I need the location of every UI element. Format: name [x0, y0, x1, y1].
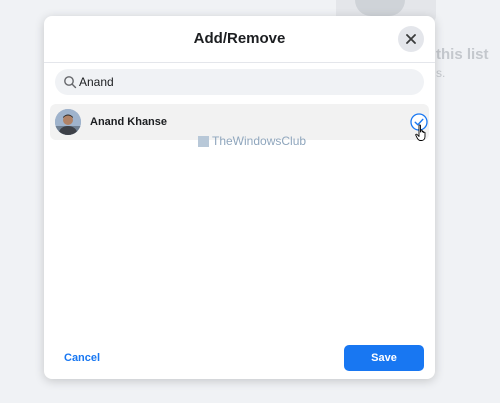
watermark-text: TheWindowsClub [212, 134, 307, 148]
background-text: this list [436, 46, 489, 63]
cancel-button[interactable]: Cancel [64, 352, 100, 364]
dialog-header: Add/Remove [44, 16, 435, 63]
watermark: TheWindowsClub [198, 134, 306, 148]
close-button[interactable] [398, 26, 424, 52]
search-box[interactable] [55, 69, 424, 95]
close-icon [406, 34, 416, 44]
search-icon [64, 76, 77, 89]
search-input[interactable] [79, 69, 409, 95]
dialog-title: Add/Remove [193, 30, 286, 47]
person-name: Anand Khanse [90, 116, 168, 128]
background-subtext: s. [436, 66, 446, 80]
watermark-logo-icon [198, 135, 209, 147]
save-button[interactable]: Save [344, 345, 424, 371]
hand-cursor-icon [415, 124, 426, 141]
add-remove-dialog: Add/Remove Anand Khanse [44, 16, 435, 379]
avatar [55, 109, 81, 135]
